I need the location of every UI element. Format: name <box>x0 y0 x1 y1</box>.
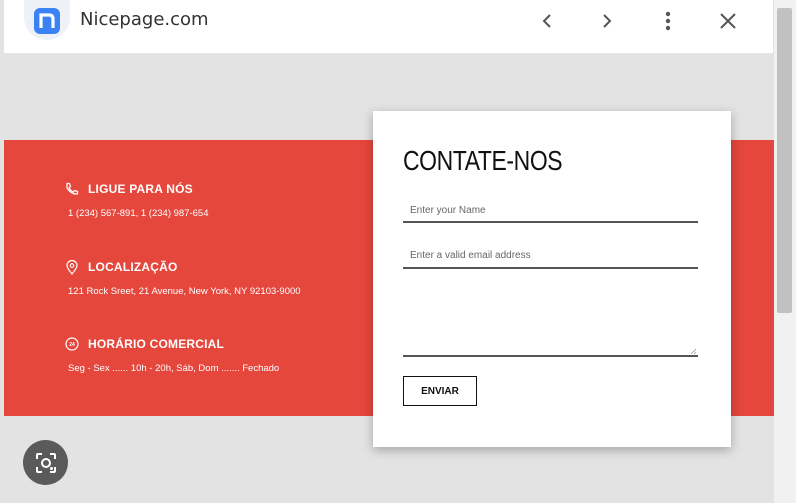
lens-search-icon <box>35 452 56 473</box>
more-icon[interactable] <box>655 8 681 34</box>
scrollbar[interactable] <box>774 0 796 503</box>
site-logo <box>24 0 70 40</box>
location-info: LOCALIZAÇÃO 121 Rock Sreet, 21 Avenue, N… <box>64 259 301 297</box>
message-textarea[interactable] <box>403 289 698 357</box>
logo-letter-n <box>39 13 55 28</box>
location-title: LOCALIZAÇÃO <box>88 260 178 274</box>
hours-title: HORÁRIO COMERCIAL <box>88 337 225 351</box>
contact-form-card: CONTATE-NOS ENVIAR <box>373 111 731 447</box>
hours-text: Seg - Sex ...... 10h - 20h, Sáb, Dom ...… <box>68 363 280 374</box>
phone-icon <box>64 181 80 197</box>
browser-top-bar: Nicepage.com <box>4 0 773 53</box>
send-button[interactable]: ENVIAR <box>403 376 477 406</box>
clock-24-icon: 24 <box>64 336 80 352</box>
email-input[interactable] <box>403 244 698 269</box>
location-text: 121 Rock Sreet, 21 Avenue, New York, NY … <box>68 286 301 297</box>
form-title: CONTATE-NOS <box>403 145 563 176</box>
site-title: Nicepage.com <box>80 9 209 30</box>
resize-handle-icon[interactable] <box>690 348 697 355</box>
phone-title: LIGUE PARA NÓS <box>88 182 193 196</box>
svg-text:24: 24 <box>69 342 75 348</box>
name-input[interactable] <box>403 199 698 223</box>
lens-search-button[interactable] <box>23 440 68 485</box>
phone-info: LIGUE PARA NÓS 1 (234) 567-891, 1 (234) … <box>64 181 209 219</box>
close-icon[interactable] <box>715 8 741 34</box>
back-icon[interactable] <box>534 8 560 34</box>
scrollbar-thumb[interactable] <box>777 8 792 313</box>
hours-info: 24 HORÁRIO COMERCIAL Seg - Sex ...... 10… <box>64 336 279 374</box>
phone-text: 1 (234) 567-891, 1 (234) 987-654 <box>68 208 209 219</box>
forward-icon[interactable] <box>594 8 620 34</box>
location-pin-icon <box>64 259 80 275</box>
